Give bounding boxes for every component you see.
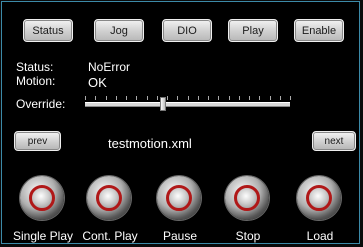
override-slider-tick: [270, 96, 271, 100]
enable-button[interactable]: Enable: [294, 19, 344, 42]
override-slider-tick: [95, 96, 96, 100]
load-label: Load: [306, 229, 334, 243]
status-label: Status:: [16, 60, 54, 74]
single-play-knob[interactable]: [20, 176, 64, 220]
play-button[interactable]: Play: [228, 19, 278, 42]
jog-button[interactable]: Jog: [94, 19, 144, 42]
load-ring: [306, 185, 332, 211]
override-slider-tick: [116, 96, 117, 100]
prev-button[interactable]: prev: [14, 131, 61, 151]
override-slider-tick: [188, 96, 189, 100]
override-slider-tick: [198, 96, 199, 100]
load-knob[interactable]: [297, 176, 341, 220]
stop-ring: [234, 185, 260, 211]
next-button[interactable]: next: [312, 131, 356, 151]
override-slider-tick: [280, 96, 281, 100]
single-play-label: Single Play: [12, 229, 74, 243]
override-slider-tick: [177, 96, 178, 100]
override-slider-tick: [249, 96, 250, 100]
override-slider-tick: [106, 96, 107, 100]
override-slider-tick: [126, 96, 127, 100]
single-play-ring: [29, 185, 55, 211]
pause-ring: [166, 185, 192, 211]
override-slider-tick: [208, 96, 209, 100]
override-slider-tick: [290, 96, 291, 100]
stop-label: Stop: [235, 229, 261, 243]
status-value: NoError: [88, 60, 131, 74]
stop-knob[interactable]: [225, 176, 269, 220]
motion-label: Motion:: [16, 74, 56, 88]
motion-value: OK: [88, 75, 107, 90]
override-slider-track[interactable]: [85, 102, 290, 107]
pause-label: Pause: [162, 229, 198, 243]
file-name: testmotion.xml: [108, 136, 192, 151]
override-slider-tick: [167, 96, 168, 100]
cont-play-ring: [96, 185, 122, 211]
override-slider-tick: [157, 96, 158, 100]
override-slider-tick: [147, 96, 148, 100]
override-slider-tick: [136, 96, 137, 100]
status-button[interactable]: Status: [23, 19, 73, 42]
override-slider-tick: [85, 96, 86, 100]
override-slider-tick: [229, 96, 230, 100]
override-label: Override:: [16, 97, 66, 111]
dio-button[interactable]: DIO: [162, 19, 212, 42]
override-slider-tick: [239, 96, 240, 100]
override-slider-tick: [218, 96, 219, 100]
cont-play-label: Cont. Play: [82, 229, 138, 243]
cont-play-knob[interactable]: [87, 176, 131, 220]
pause-knob[interactable]: [157, 176, 201, 220]
override-slider-tick: [259, 96, 260, 100]
override-slider-thumb[interactable]: [159, 97, 166, 111]
